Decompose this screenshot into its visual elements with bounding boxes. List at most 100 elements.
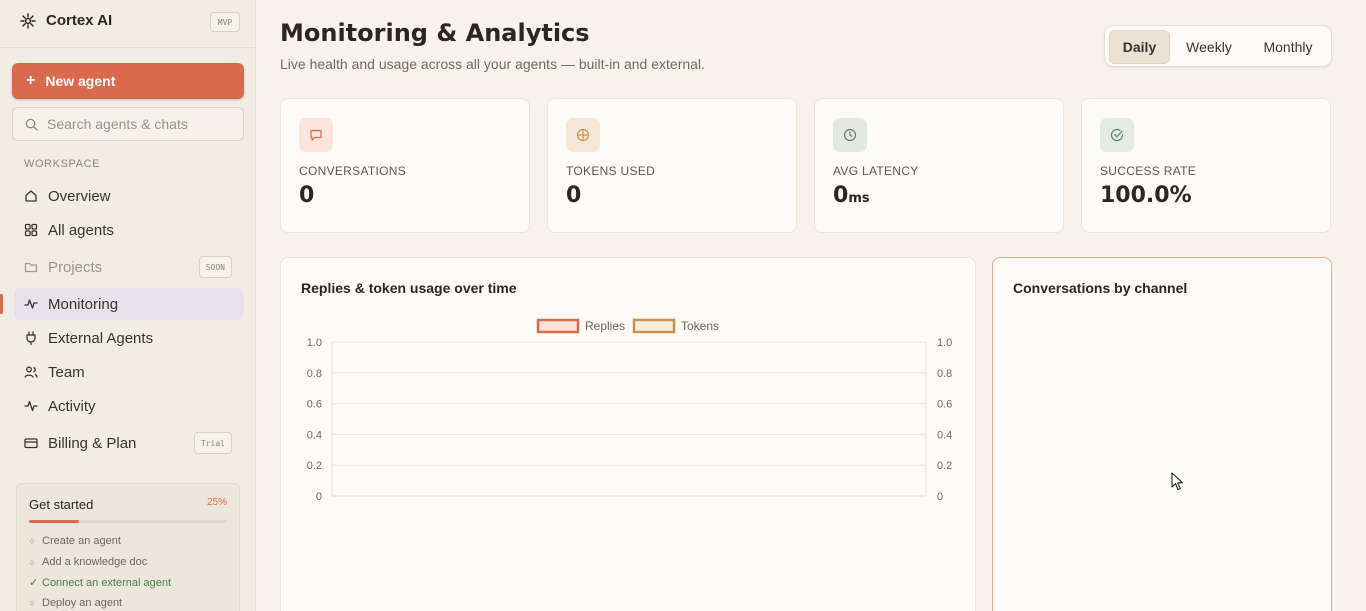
step-label: Add a knowledge doc [42,556,148,568]
clock-icon [843,128,857,142]
search-icon [25,118,38,131]
brand[interactable]: Cortex AI [20,12,112,29]
page-subtitle: Live health and usage across all your ag… [280,56,705,72]
kpi-icon-box [566,118,600,152]
sidebar-item-external-agents[interactable]: External Agents [14,322,244,354]
pending-icon: ○ [29,598,35,608]
sidebar-item-label: All agents [48,221,114,239]
sidebar-item-overview[interactable]: Overview [14,180,244,212]
soon-badge: SOON [198,256,232,278]
legend-label: Replies [585,319,625,333]
kpi-value: 0 [299,183,314,208]
sidebar: Cortex AI MVP + New agent WORKSPACE Over… [0,0,256,611]
sidebar-divider [0,47,256,48]
sidebar-item-label: Billing & Plan [48,434,137,452]
message-icon [310,129,322,141]
sidebar-item-team[interactable]: Team [14,356,244,388]
sidebar-item-label: External Agents [48,329,154,347]
users-icon [24,366,38,378]
y-tick-label: 0.4 [307,429,322,441]
plug-icon [26,331,36,345]
range-toggle: Daily Weekly Monthly [1104,25,1332,67]
new-agent-button[interactable]: + New agent [12,63,244,99]
usage-chart-panel: Replies & token usage over time 1.0 1.0 0.… [280,257,976,611]
check-icon: ✓ [29,577,39,589]
step-deploy-agent[interactable]: ○ Deploy an agent [29,597,122,609]
workspace-label: WORKSPACE [24,158,101,170]
sidebar-item-activity[interactable]: Activity [14,390,244,422]
sidebar-item-billing[interactable]: Billing & Plan Trial [14,427,244,459]
y-tick-label: 0.2 [307,460,322,472]
usage-chart: 1.0 1.0 0.8 0.8 0.6 0.6 0.4 0.4 0.2 0.2 0 0 Replies T… [307,318,952,503]
y2-tick-label: 0.2 [937,460,952,472]
kpi-value: 0 [566,183,581,208]
kpi-number: 0 [299,183,315,208]
logo-icon [20,12,36,29]
kpi-number: 0 [833,183,849,208]
sidebar-item-all-agents[interactable]: All agents [14,214,244,246]
y-tick-label: 0 [316,491,322,503]
kpi-icon-box [1100,118,1134,152]
kpi-tokens-used: TOKENS USED 0 [547,98,797,233]
range-weekly-button[interactable]: Weekly [1174,30,1244,64]
pending-icon: ○ [29,536,35,546]
step-label: Create an agent [42,535,121,547]
progress-fill [29,520,79,523]
step-label: Connect an external agent [42,576,172,589]
get-started-percent: 25% [206,497,227,508]
target-icon [576,128,590,142]
kpi-icon-box [299,118,333,152]
folder-icon [24,262,38,273]
activity-icon [24,299,38,309]
brand-name: Cortex AI [46,12,113,29]
sidebar-item-label: Monitoring [48,295,119,313]
plus-icon: + [26,72,36,89]
kpi-label: TOKENS USED [566,164,656,178]
y-tick-label: 0.6 [307,399,322,411]
mvp-badge: MVP [210,12,240,32]
range-monthly-button[interactable]: Monthly [1250,30,1326,64]
sidebar-item-monitoring[interactable]: Monitoring [14,288,244,320]
grid-icon [24,223,38,237]
y2-tick-label: 1.0 [937,337,952,349]
get-started-title: Get started [29,497,94,512]
trial-badge: Trial [193,432,232,454]
search-input[interactable] [47,116,237,132]
y-tick-label: 0.8 [307,368,322,380]
step-label: Deploy an agent [42,597,123,609]
active-indicator [0,294,3,314]
step-add-knowledge[interactable]: ○ Add a knowledge doc [29,556,147,568]
sidebar-item-label: Overview [48,187,111,205]
step-connect-external[interactable]: ✓ Connect an external agent [29,576,172,590]
kpi-success-rate: SUCCESS RATE 100.0% [1081,98,1331,233]
step-create-agent[interactable]: ○ Create an agent [29,535,121,547]
pulse-icon [24,400,38,412]
kpi-conversations: CONVERSATIONS 0 [280,98,530,233]
credit-card-icon [24,438,38,449]
page-title: Monitoring & Analytics [280,19,590,47]
kpi-unit: ms [848,191,870,206]
legend-label: Tokens [681,319,719,333]
mouse-cursor-icon [1171,472,1184,491]
range-daily-button[interactable]: Daily [1109,30,1170,64]
channel-chart-panel: Conversations by channel [992,257,1332,611]
kpi-label: AVG LATENCY [833,164,919,178]
progress-track [29,520,227,523]
pending-icon: ○ [29,557,35,567]
kpi-value: 0ms [833,183,870,208]
search-box[interactable] [12,107,244,141]
y-tick-label: 1.0 [307,337,322,349]
y2-tick-label: 0 [937,491,943,503]
y2-tick-label: 0.8 [937,368,952,380]
home-icon [25,190,37,202]
kpi-avg-latency: AVG LATENCY 0ms [814,98,1064,233]
kpi-number: 0 [566,183,582,208]
new-agent-label: New agent [45,73,116,89]
kpi-icon-box [833,118,867,152]
kpi-value: 100.0% [1100,183,1192,208]
legend-swatch [632,318,676,334]
get-started-card: Get started 25% ○ Create an agent ○ Add … [16,483,240,611]
sidebar-item-label: Projects [48,258,103,276]
kpi-label: SUCCESS RATE [1100,164,1197,178]
sidebar-item-label: Activity [48,397,96,415]
